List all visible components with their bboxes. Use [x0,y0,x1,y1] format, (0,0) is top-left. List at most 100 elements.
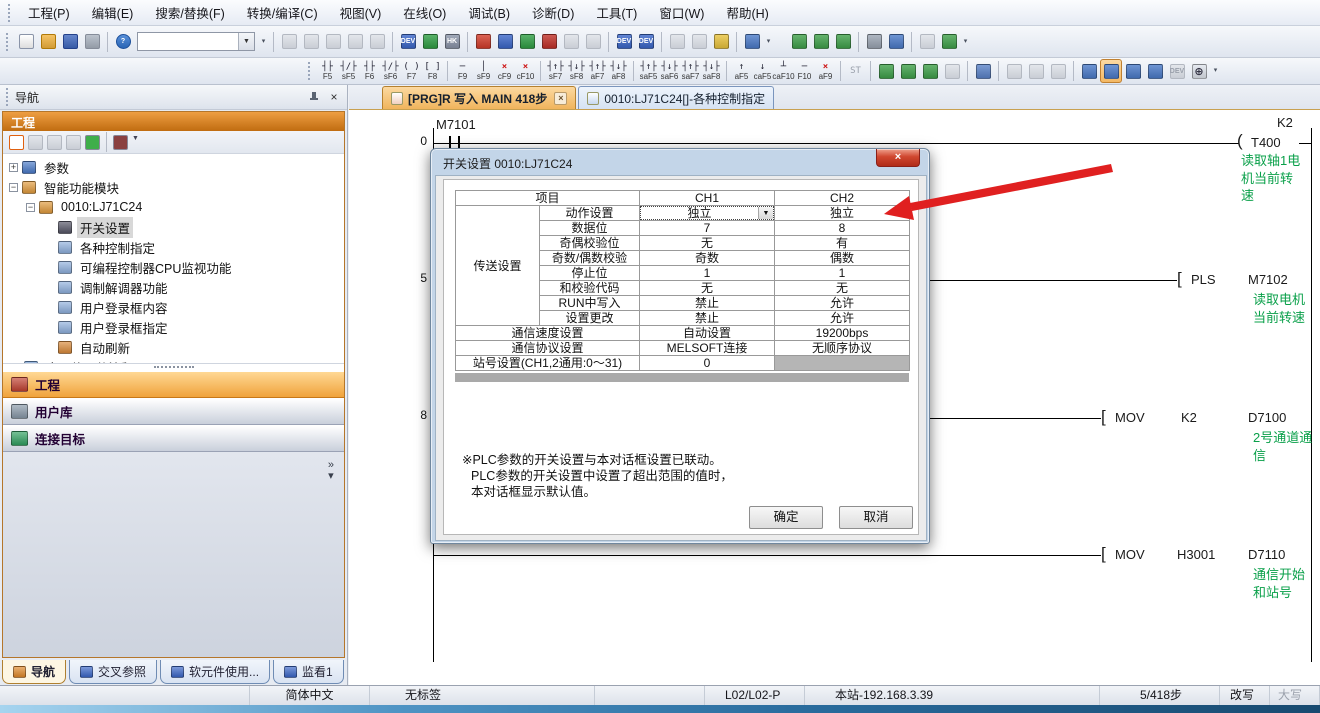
save-icon[interactable] [59,30,81,54]
ladder-tool-sF8[interactable]: ┤↓├sF8 [566,59,587,84]
note-icon[interactable] [688,30,710,54]
dialog-close-button[interactable]: × [876,149,920,167]
toolbar-grip[interactable] [308,62,312,80]
new-project-data-icon[interactable] [9,135,24,150]
find-magnifier-icon[interactable] [1122,59,1144,83]
tab-close-icon[interactable]: × [554,92,567,105]
menu-item-2[interactable]: 搜索/替换(F) [144,1,235,24]
wide-ch1-value-1[interactable]: MELSOFT连接 [640,341,775,356]
tree-item-4[interactable]: 各种控制指定 [3,237,344,257]
trace-stop-icon[interactable] [832,30,854,54]
toolbar-overflow-icon[interactable]: ▾ [763,31,774,53]
tree-item-8[interactable]: 用户登录框指定 [3,317,344,337]
ladder-tool-saF8[interactable]: ┤↓├saF8 [701,59,722,84]
ladder-tool-sF7[interactable]: ┤↑├sF7 [545,59,566,84]
menu-item-7[interactable]: 诊断(D) [521,1,585,24]
toolbar-grip[interactable] [8,4,12,22]
paste-data-icon[interactable] [47,135,62,150]
trace-setting-icon[interactable] [788,30,810,54]
monitor-stop-icon[interactable] [538,30,560,54]
editor-tab-1[interactable]: 0010:LJ71C24[]-各种控制指定 [578,86,774,109]
collapse-icon[interactable]: − [26,203,35,212]
tree-item-1[interactable]: −智能功能模块 [3,177,344,197]
editor-tab-0[interactable]: [PRG]R 写入 MAIN 418步× [382,86,576,109]
ladder-tool-saF5[interactable]: ┤↑├saF5 [638,59,659,84]
paste-icon[interactable] [322,30,344,54]
panel-button-工程[interactable]: 工程 [3,371,344,398]
ladder-tool-ST[interactable]: ST [845,59,866,84]
menu-item-8[interactable]: 工具(T) [585,1,648,24]
ladder-tool-saF6[interactable]: ┤↓├saF6 [659,59,680,84]
menu-item-3[interactable]: 转换/编译(C) [236,1,329,24]
ch1-value-2[interactable]: 无 [640,236,775,251]
panel-grip[interactable] [6,88,10,106]
zoom-icon[interactable]: ⊕ [1188,59,1210,83]
ladder-tool-F9[interactable]: ─F9 [452,59,473,84]
print-icon[interactable] [81,30,103,54]
sort-dropdown-icon[interactable]: ▼ [132,135,142,150]
toolbar-overflow-icon[interactable]: ▾ [1210,60,1221,82]
wave-up-icon[interactable] [938,30,960,54]
device-find-icon[interactable]: DEV [397,30,419,54]
edit-coil-icon[interactable] [897,59,919,83]
ladder-tool-F6[interactable]: ┤├F6 [359,59,380,84]
ladder-tool-caF5[interactable]: ↓caF5 [752,59,773,84]
doc-find2-icon[interactable] [1047,59,1069,83]
ch2-value-5[interactable]: 无 [775,281,910,296]
panel-button-用户库[interactable]: 用户库 [3,398,344,425]
write-to-plc-icon[interactable] [472,30,494,54]
ch1-value-3[interactable]: 奇数 [640,251,775,266]
menu-item-10[interactable]: 帮助(H) [715,1,779,24]
expand-chevrons[interactable]: »▾ [328,460,334,482]
table-scroll-strip[interactable] [455,373,909,382]
ch2-value-4[interactable]: 1 [775,266,910,281]
ladder-tool-F5[interactable]: ┤├F5 [317,59,338,84]
menu-item-1[interactable]: 编辑(E) [81,1,145,24]
ch2-value-1[interactable]: 8 [775,221,910,236]
collapse-icon[interactable]: − [9,183,18,192]
doc-find-icon[interactable] [1025,59,1047,83]
tree-item-3[interactable]: 开关设置 [3,217,344,237]
monitor-write-icon[interactable] [560,30,582,54]
cancel-button[interactable]: 取消 [839,506,913,529]
new-file-icon[interactable] [15,30,37,54]
dock-tab-软元件使用...[interactable]: 软元件使用... [160,660,270,684]
tree-item-9[interactable]: 自动刷新 [3,337,344,357]
dock-tab-导航[interactable]: 导航 [2,660,66,684]
toolbar-overflow-icon[interactable]: ▾ [258,31,269,53]
edit-instruction-icon[interactable] [919,59,941,83]
ladder-tool-saF7[interactable]: ┤↑├saF7 [680,59,701,84]
wide-ch1-value-2[interactable]: 0 [640,356,775,371]
toolbar-search-combo[interactable]: ▼ [137,32,255,51]
monitor-read-icon[interactable] [582,30,604,54]
refresh-icon[interactable] [85,135,100,150]
statement-list-icon[interactable] [1003,59,1025,83]
expand-icon[interactable]: + [9,163,18,172]
note-edit-icon[interactable] [710,30,732,54]
ladder-tool-aF8[interactable]: ┤↓├aF8 [608,59,629,84]
panel-button-连接目标[interactable]: 连接目标 [3,425,344,452]
copy-icon[interactable] [300,30,322,54]
operation-setting-combo[interactable]: 独立▼ [640,206,774,220]
device-display2-icon[interactable]: DEV [635,30,657,54]
ch2-value-2[interactable]: 有 [775,236,910,251]
comment-edit-icon[interactable] [972,59,994,83]
help-icon[interactable]: ? [112,30,134,54]
ladder-tool-F7[interactable]: ( )F7 [401,59,422,84]
ladder-tool-F8[interactable]: [ ]F8 [422,59,443,84]
close-panel-icon[interactable]: × [327,90,341,104]
combo-dropdown-icon[interactable]: ▼ [238,33,254,50]
menu-item-0[interactable]: 工程(P) [17,1,81,24]
combo-dropdown-icon[interactable]: ▼ [758,207,773,219]
property-icon[interactable] [66,135,81,150]
copy-data-icon[interactable] [28,135,43,150]
menu-item-5[interactable]: 在线(O) [392,1,457,24]
ladder-tool-aF5[interactable]: ↑aF5 [731,59,752,84]
ch1-value-7[interactable]: 禁止 [640,311,775,326]
trace-find-icon[interactable] [863,30,885,54]
ch2-value-0[interactable]: 独立 [775,206,910,221]
wave-disabled-icon[interactable] [916,30,938,54]
sort-icon[interactable] [113,135,128,150]
ch1-value-5[interactable]: 无 [640,281,775,296]
pc-connect-icon[interactable] [741,30,763,54]
